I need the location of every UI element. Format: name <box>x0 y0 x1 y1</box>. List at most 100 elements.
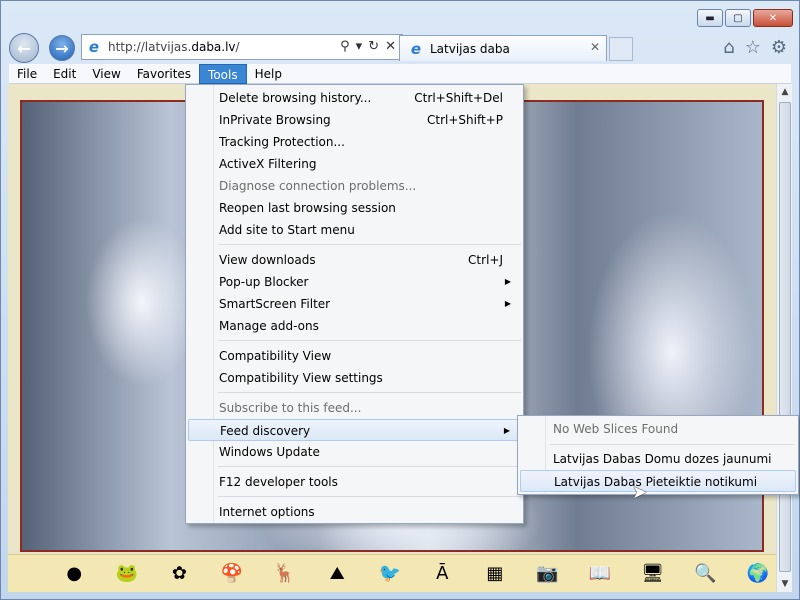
book-icon[interactable]: 📖 <box>574 563 627 584</box>
gear-icon[interactable]: ⚙ <box>771 37 787 58</box>
menu-item-add-to-start[interactable]: Add site to Start menu <box>188 219 521 241</box>
computer-icon[interactable]: 🖥 <box>626 563 679 584</box>
menu-item-activex-filtering[interactable]: ActiveX Filtering <box>188 153 521 175</box>
url-domain: daba.lv <box>191 40 236 54</box>
item-label: Feed discovery <box>220 424 311 438</box>
item-label: Pop-up Blocker <box>219 275 309 289</box>
menu-item-view-downloads[interactable]: View downloads Ctrl+J <box>188 249 521 271</box>
submenu-item-domu-dozes[interactable]: Latvijas Dabas Domu dozes jaunumi <box>520 448 796 470</box>
menu-help[interactable]: Help <box>247 64 290 84</box>
url-text[interactable]: http://latvijas.daba.lv/ <box>108 40 240 54</box>
menu-item-inprivate[interactable]: InPrivate Browsing Ctrl+Shift+P <box>188 109 521 131</box>
item-label: InPrivate Browsing <box>219 113 331 127</box>
item-label: Internet options <box>219 505 315 519</box>
item-shortcut: Ctrl+J <box>468 253 503 267</box>
ie-tab-icon: e <box>410 39 422 58</box>
bird-icon[interactable]: 🐦 <box>363 563 416 584</box>
menu-item-reopen-session[interactable]: Reopen last browsing session <box>188 197 521 219</box>
toolbar-icons: ⌂ ☆ ⚙ <box>723 37 787 58</box>
submenu-item-pieteiktie-notikumi[interactable]: Latvijas Dabas Pieteiktie notikumi <box>520 470 796 492</box>
camera-icon[interactable]: 📷 <box>521 563 574 584</box>
stone-icon[interactable]: ● <box>48 563 101 584</box>
url-suffix: / <box>235 40 240 54</box>
item-label: SmartScreen Filter <box>219 297 331 311</box>
tools-menu: Delete browsing history... Ctrl+Shift+Del… <box>185 84 524 524</box>
scroll-down-icon[interactable]: ▼ <box>777 576 793 592</box>
stop-icon[interactable]: ✕ <box>385 39 396 54</box>
back-arrow-icon: ← <box>17 38 31 58</box>
maximize-button[interactable]: ▢ <box>725 9 751 27</box>
address-bar[interactable]: e http://latvijas.daba.lv/ ⚲ ▾ ↻ ✕ <box>81 34 403 60</box>
new-tab-button[interactable] <box>609 37 633 61</box>
item-label: Reopen last browsing session <box>219 201 396 215</box>
url-prefix: http://latvijas. <box>108 40 192 54</box>
item-label: Tracking Protection... <box>219 135 345 149</box>
item-label: ActiveX Filtering <box>219 157 317 171</box>
item-label: Manage add-ons <box>219 319 319 333</box>
close-button[interactable]: ✕ <box>753 9 793 27</box>
item-label: Windows Update <box>219 445 320 459</box>
dropdown-icon[interactable]: ▾ <box>356 39 363 54</box>
table-icon[interactable]: ▦ <box>469 563 522 584</box>
alphabet-icon[interactable]: Ā <box>416 563 469 584</box>
vertical-scrollbar[interactable]: ▲ ▼ <box>776 84 792 592</box>
home-icon[interactable]: ⌂ <box>723 37 734 58</box>
menu-item-diagnose: Diagnose connection problems... <box>188 175 521 197</box>
menu-separator <box>218 340 521 341</box>
menu-item-feed-discovery[interactable]: Feed discovery ▶ <box>188 419 521 441</box>
minimize-button[interactable]: ▬ <box>697 9 723 27</box>
item-label: Delete browsing history... <box>219 91 372 105</box>
back-button[interactable]: ← <box>9 33 39 63</box>
feed-discovery-submenu: No Web Slices Found Latvijas Dabas Domu … <box>517 415 799 495</box>
item-shortcut: Ctrl+Shift+Del <box>414 91 503 105</box>
tab-title: Latvijas daba <box>430 41 510 56</box>
menu-separator <box>218 496 521 497</box>
flower-icon[interactable]: ✿ <box>153 563 206 584</box>
menu-item-windows-update[interactable]: Windows Update <box>188 441 521 463</box>
mouse-cursor-icon: ➤ <box>632 482 648 503</box>
submenu-arrow-icon: ▶ <box>504 277 511 286</box>
item-label: No Web Slices Found <box>553 422 679 436</box>
magnifier-icon[interactable]: 🔍 <box>679 563 732 584</box>
menu-favorites[interactable]: Favorites <box>129 64 199 84</box>
item-label: Latvijas Dabas Pieteiktie notikumi <box>554 475 758 489</box>
favorites-star-icon[interactable]: ☆ <box>745 37 761 58</box>
search-icon[interactable]: ⚲ <box>340 39 350 54</box>
item-label: Add site to Start menu <box>219 223 355 237</box>
item-label: F12 developer tools <box>219 475 338 489</box>
forward-arrow-icon: → <box>55 38 69 58</box>
menu-item-f12-tools[interactable]: F12 developer tools <box>188 471 521 493</box>
menu-item-smartscreen[interactable]: SmartScreen Filter ▶ <box>188 293 521 315</box>
item-label: Subscribe to this feed... <box>219 401 362 415</box>
menu-item-delete-history[interactable]: Delete browsing history... Ctrl+Shift+Del <box>188 87 521 109</box>
item-label: Latvijas Dabas Domu dozes jaunumi <box>553 452 772 466</box>
item-label: Diagnose connection problems... <box>219 179 417 193</box>
ie-page-icon: e <box>88 38 100 56</box>
menu-view[interactable]: View <box>84 64 128 84</box>
menu-bar: File Edit View Favorites Tools Help <box>9 63 791 84</box>
menu-separator <box>218 392 521 393</box>
scroll-thumb[interactable] <box>779 102 791 572</box>
menu-file[interactable]: File <box>9 64 45 84</box>
mushroom-icon[interactable]: 🍄 <box>206 563 259 584</box>
menu-item-compatibility-settings[interactable]: Compatibility View settings <box>188 367 521 389</box>
menu-item-tracking-protection[interactable]: Tracking Protection... <box>188 131 521 153</box>
menu-edit[interactable]: Edit <box>45 64 84 84</box>
menu-item-subscribe-feed: Subscribe to this feed... <box>188 397 521 419</box>
menu-item-popup-blocker[interactable]: Pop-up Blocker ▶ <box>188 271 521 293</box>
menu-separator <box>550 444 794 445</box>
tab-close-icon[interactable]: ✕ <box>590 40 600 54</box>
menu-item-manage-addons[interactable]: Manage add-ons <box>188 315 521 337</box>
menu-tools[interactable]: Tools <box>199 63 247 84</box>
landscape-icon[interactable]: ⛰ <box>311 563 364 584</box>
menu-item-internet-options[interactable]: Internet options <box>188 501 521 523</box>
menu-item-compatibility-view[interactable]: Compatibility View <box>188 345 521 367</box>
deer-icon[interactable]: 🦌 <box>258 563 311 584</box>
refresh-icon[interactable]: ↻ <box>368 39 379 54</box>
tab-latvijas-daba[interactable]: e Latvijas daba ✕ <box>399 35 607 61</box>
forward-button[interactable]: → <box>49 35 75 61</box>
menu-separator <box>218 466 521 467</box>
frog-icon[interactable]: 🐸 <box>101 563 154 584</box>
submenu-arrow-icon: ▶ <box>503 426 510 435</box>
scroll-up-icon[interactable]: ▲ <box>777 84 793 100</box>
